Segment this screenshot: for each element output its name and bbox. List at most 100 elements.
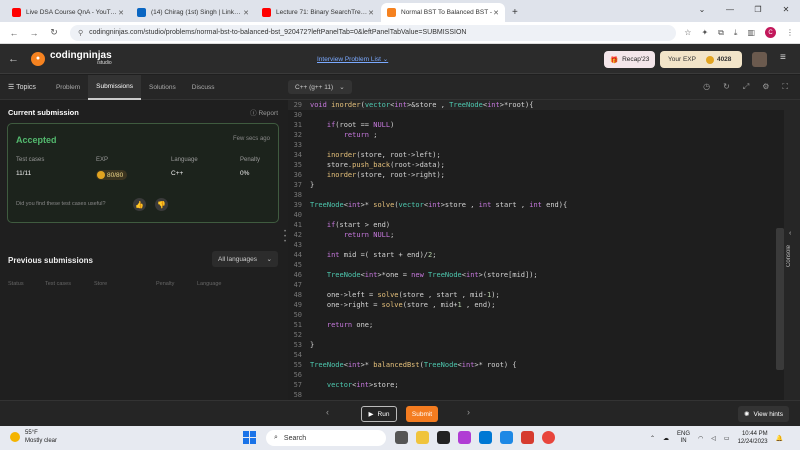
windows-start-icon[interactable]	[243, 431, 256, 444]
code-line[interactable]: 55 TreeNode<int>* balancedBst(TreeNode<in…	[288, 360, 784, 370]
clock[interactable]: 10:44 PM 12/24/2023	[738, 430, 768, 446]
site-info-icon[interactable]: ⚲	[78, 29, 83, 37]
code-line[interactable]: 45	[288, 260, 784, 270]
sidepanel-icon[interactable]: ▥	[747, 28, 755, 37]
editor-scrollbar[interactable]	[776, 228, 784, 370]
view-hints-button[interactable]: ✺ View hints	[738, 406, 789, 422]
tab-solutions[interactable]: Solutions	[141, 75, 184, 100]
edge-icon[interactable]	[500, 431, 513, 444]
expand-icon[interactable]: ⤢	[743, 82, 749, 92]
chrome-icon[interactable]	[542, 431, 555, 444]
code-line[interactable]: 56	[288, 370, 784, 380]
browser-tab-lecture[interactable]: Lecture 71: Binary SearchTree & ✕	[256, 3, 380, 22]
thumbs-up-icon[interactable]: 👍	[133, 198, 146, 211]
code-line[interactable]: 31 if(root == NULL)	[288, 120, 784, 130]
close-icon[interactable]: ✕	[243, 9, 249, 17]
code-line[interactable]: 43	[288, 240, 784, 250]
settings-icon[interactable]: ⚙	[762, 82, 769, 92]
puzzle-icon[interactable]: ⧉	[718, 28, 724, 38]
browser-tab-youtube[interactable]: Live DSA Course QnA - YouTube ✕	[6, 3, 130, 22]
your-exp-badge[interactable]: Your EXP 4028	[660, 51, 742, 68]
code-line[interactable]: 37}	[288, 180, 784, 190]
notification-bell-icon[interactable]: 🔔	[776, 435, 783, 442]
file-explorer-icon[interactable]	[416, 431, 429, 444]
hamburger-menu-icon[interactable]: ≡	[780, 52, 786, 63]
close-icon[interactable]: ✕	[118, 9, 124, 17]
url-field[interactable]: ⚲ codingninjas.com/studio/problems/normal…	[70, 24, 677, 41]
forward-arrow-icon[interactable]: →	[26, 28, 42, 38]
code-line[interactable]: 32 return ;	[288, 130, 784, 140]
weather-widget[interactable]: 55°F Mostly clear	[10, 429, 57, 445]
tab-submissions[interactable]: Submissions	[88, 74, 142, 100]
codingninjas-logo[interactable]: ● codingninjas/studio	[31, 51, 112, 66]
code-line[interactable]: 40	[288, 210, 784, 220]
tab-discuss[interactable]: Discuss	[184, 75, 223, 100]
code-line[interactable]: 50	[288, 310, 784, 320]
prev-problem-icon[interactable]: ‹	[326, 407, 329, 417]
extension-icon[interactable]: ✦	[701, 28, 708, 37]
code-line[interactable]: 35 store.push_back(root->data);	[288, 160, 784, 170]
code-line[interactable]: 34 inorder(store, root->left);	[288, 150, 784, 160]
code-editor[interactable]: 29 void inorder(vector<int>&store , TreeN…	[288, 100, 784, 400]
console-panel-toggle[interactable]: ‹ Console	[784, 100, 800, 400]
office-icon[interactable]	[521, 431, 534, 444]
submit-button[interactable]: Submit	[406, 406, 438, 422]
browser-tab-linkedin[interactable]: (14) Chirag (1st) Singh | LinkedIn ✕	[131, 3, 255, 22]
code-line[interactable]: 48 one->left = solve(store , start , mid…	[288, 290, 784, 300]
code-line[interactable]: 53}	[288, 340, 784, 350]
maximize-icon[interactable]: ❐	[744, 0, 772, 18]
star-icon[interactable]: ☆	[684, 28, 691, 37]
reload-icon[interactable]: ↻	[46, 27, 62, 38]
fullscreen-icon[interactable]: ⛶	[782, 82, 788, 92]
topics-button[interactable]: ☰ Topics	[0, 83, 48, 91]
report-button[interactable]: ⓘ Report	[250, 107, 278, 117]
volume-icon[interactable]: ◁	[711, 435, 716, 442]
minimize-icon[interactable]: —	[716, 0, 744, 18]
new-tab-button[interactable]: +	[512, 7, 518, 18]
thumbs-down-icon[interactable]: 👎	[155, 198, 168, 211]
code-line[interactable]: 30	[288, 110, 784, 120]
next-problem-icon[interactable]: ›	[467, 407, 470, 417]
run-button[interactable]: ▶ Run	[361, 406, 397, 422]
code-line[interactable]: 39 TreeNode<int>* solve(vector<int>store …	[288, 200, 784, 210]
store-icon[interactable]	[437, 431, 450, 444]
input-language[interactable]: ENG IN	[677, 431, 690, 445]
interview-problem-list-link[interactable]: Interview Problem List ⌄	[317, 55, 388, 63]
taskbar-search[interactable]: ⌕ Search	[266, 430, 386, 446]
back-arrow-icon[interactable]: ←	[8, 53, 19, 65]
battery-icon[interactable]: ▭	[724, 435, 730, 442]
download-icon[interactable]: ⤓	[734, 28, 738, 38]
code-line[interactable]: 29 void inorder(vector<int>&store , TreeN…	[288, 100, 784, 110]
code-line[interactable]: 51 return one;	[288, 320, 784, 330]
language-selector[interactable]: C++ (g++ 11) ⌄	[288, 80, 352, 94]
profile-avatar[interactable]: C	[765, 27, 776, 38]
browser-tab-active[interactable]: Normal BST To Balanced BST - ✕	[381, 3, 505, 22]
code-line[interactable]: 52	[288, 330, 784, 340]
wifi-icon[interactable]: ◠	[698, 435, 703, 442]
code-line[interactable]: 58	[288, 390, 784, 400]
app-icon[interactable]	[458, 431, 471, 444]
code-line[interactable]: 57 vector<int>store;	[288, 380, 784, 390]
kebab-menu-icon[interactable]: ⋮	[786, 28, 794, 37]
code-line[interactable]: 36 inorder(store, root->right);	[288, 170, 784, 180]
close-window-icon[interactable]: ✕	[772, 0, 800, 18]
panel-resize-handle[interactable]: • • •	[284, 229, 286, 245]
chevron-up-icon[interactable]: ⌃	[650, 435, 655, 442]
cloud-icon[interactable]: ☁	[663, 435, 669, 442]
code-line[interactable]: 42 return NULL;	[288, 230, 784, 240]
back-arrow-icon[interactable]: ←	[6, 28, 22, 38]
code-line[interactable]: 54	[288, 350, 784, 360]
code-line[interactable]: 38	[288, 190, 784, 200]
reset-icon[interactable]: ↻	[723, 82, 730, 92]
code-line[interactable]: 33	[288, 140, 784, 150]
code-line[interactable]: 41 if(start > end)	[288, 220, 784, 230]
language-filter-dropdown[interactable]: All languages ⌄	[212, 251, 278, 267]
close-icon[interactable]: ✕	[493, 9, 499, 17]
task-view-icon[interactable]	[395, 431, 408, 444]
code-line[interactable]: 49 one->right = solve(store , mid+1 , en…	[288, 300, 784, 310]
user-avatar[interactable]	[752, 52, 767, 67]
recap-button[interactable]: 🎁 Recap'23	[604, 51, 656, 68]
tab-problem[interactable]: Problem	[48, 75, 88, 100]
timer-icon[interactable]: ◷	[703, 82, 710, 92]
code-line[interactable]: 47	[288, 280, 784, 290]
